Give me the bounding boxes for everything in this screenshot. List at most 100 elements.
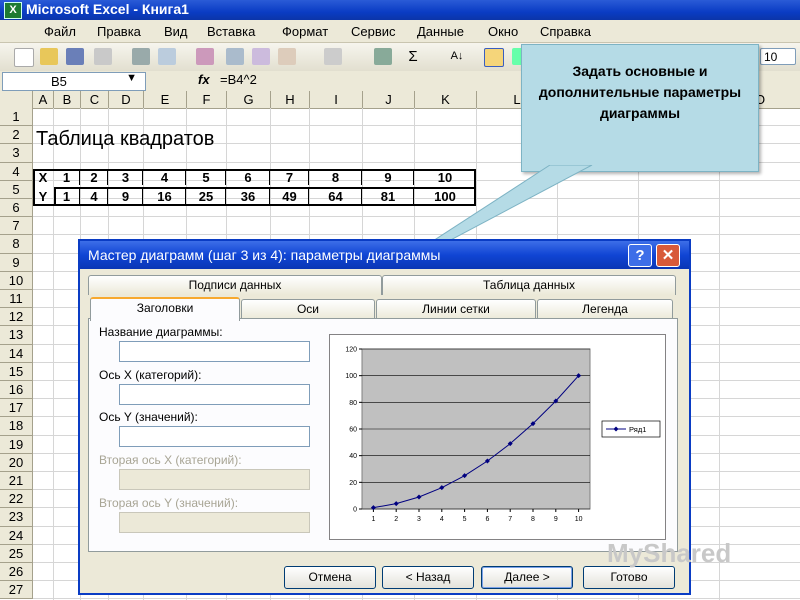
menu-tools[interactable]: Сервис — [351, 24, 396, 39]
row-header[interactable]: 17 — [0, 399, 33, 418]
menu-edit[interactable]: Правка — [97, 24, 141, 39]
y-value-cell[interactable]: 64 — [310, 189, 362, 204]
row-header[interactable]: 11 — [0, 290, 33, 309]
column-header[interactable]: B — [54, 91, 81, 109]
row-header[interactable]: 2 — [0, 126, 33, 145]
y-value-cell[interactable]: 49 — [271, 189, 309, 204]
function-icon[interactable]: fx — [198, 72, 210, 87]
column-header[interactable]: F — [187, 91, 227, 109]
y-axis-title-input[interactable] — [119, 426, 310, 447]
tab-titles[interactable]: Заголовки — [90, 297, 240, 321]
row-header[interactable]: 25 — [0, 544, 33, 563]
cancel-button[interactable]: Отмена — [284, 566, 376, 589]
name-box[interactable]: B5 ▼ — [2, 72, 146, 91]
x-label-cell[interactable]: X — [33, 170, 53, 185]
row-header[interactable]: 6 — [0, 199, 33, 218]
row-header[interactable]: 14 — [0, 344, 33, 363]
column-header[interactable]: I — [310, 91, 363, 109]
y-value-cell[interactable]: 16 — [144, 189, 186, 204]
tab-axes[interactable]: Оси — [241, 299, 375, 319]
row-header[interactable]: 27 — [0, 581, 33, 600]
y-label-cell[interactable]: Y — [33, 189, 53, 204]
chevron-down-icon[interactable]: ▼ — [126, 72, 137, 84]
y-value-cell[interactable]: 36 — [227, 189, 270, 204]
row-header[interactable]: 20 — [0, 453, 33, 472]
spelling-icon[interactable] — [196, 48, 214, 65]
row-header[interactable]: 8 — [0, 235, 33, 254]
row-header[interactable]: 1 — [0, 108, 33, 127]
y-value-cell[interactable]: 25 — [187, 189, 226, 204]
formula-input[interactable]: =B4^2 — [220, 72, 257, 87]
undo-icon[interactable] — [324, 48, 342, 65]
x-value-cell[interactable]: 8 — [310, 170, 362, 185]
column-header[interactable]: K — [415, 91, 477, 109]
font-size-select[interactable]: 10 — [760, 48, 796, 65]
row-header[interactable]: 19 — [0, 435, 33, 454]
row-header[interactable]: 3 — [0, 144, 33, 163]
x-value-cell[interactable]: 5 — [187, 170, 226, 185]
row-header[interactable]: 4 — [0, 162, 33, 181]
y-value-cell[interactable]: 9 — [109, 189, 143, 204]
row-header[interactable]: 22 — [0, 490, 33, 509]
y-value-cell[interactable]: 4 — [81, 189, 108, 204]
menu-insert[interactable]: Вставка — [207, 24, 255, 39]
chart-title-input[interactable] — [119, 341, 310, 362]
tab-data-table[interactable]: Таблица данных — [382, 275, 676, 295]
row-header[interactable]: 10 — [0, 271, 33, 290]
copy-icon[interactable] — [252, 48, 270, 65]
row-header[interactable]: 7 — [0, 217, 33, 236]
new-document-icon[interactable] — [14, 48, 34, 67]
column-header[interactable]: E — [144, 91, 187, 109]
menu-format[interactable]: Формат — [282, 24, 328, 39]
x-value-cell[interactable]: 2 — [81, 170, 108, 185]
permission-icon[interactable] — [94, 48, 112, 65]
column-header[interactable]: C — [81, 91, 109, 109]
open-folder-icon[interactable] — [40, 48, 58, 65]
x-value-cell[interactable]: 3 — [109, 170, 143, 185]
menu-window[interactable]: Окно — [488, 24, 518, 39]
row-header[interactable]: 24 — [0, 526, 33, 545]
menu-help[interactable]: Справка — [540, 24, 591, 39]
x-value-cell[interactable]: 7 — [271, 170, 309, 185]
row-header[interactable]: 13 — [0, 326, 33, 345]
chart-wizard-icon[interactable] — [484, 48, 504, 67]
row-header[interactable]: 12 — [0, 308, 33, 327]
tab-legend[interactable]: Легенда — [537, 299, 673, 319]
column-header[interactable]: G — [227, 91, 271, 109]
close-button[interactable]: ✕ — [656, 244, 680, 267]
menu-data[interactable]: Данные — [417, 24, 464, 39]
column-header[interactable]: H — [271, 91, 310, 109]
print-preview-icon[interactable] — [158, 48, 176, 65]
back-button[interactable]: < Назад — [382, 566, 474, 589]
x-value-cell[interactable]: 1 — [54, 170, 80, 185]
tab-data-labels[interactable]: Подписи данных — [88, 275, 382, 295]
print-icon[interactable] — [132, 48, 150, 65]
tab-gridlines[interactable]: Линии сетки — [376, 299, 536, 319]
cut-icon[interactable] — [226, 48, 244, 65]
paste-icon[interactable] — [278, 48, 296, 65]
x-value-cell[interactable]: 4 — [144, 170, 186, 185]
menu-file[interactable]: Файл — [44, 24, 76, 39]
y-value-cell[interactable]: 1 — [54, 189, 80, 204]
sort-ascending-icon[interactable]: A↓ — [448, 48, 466, 65]
help-button[interactable]: ? — [628, 244, 652, 267]
column-header[interactable]: J — [363, 91, 415, 109]
column-header[interactable]: A — [33, 91, 54, 109]
row-header[interactable]: 16 — [0, 381, 33, 400]
dialog-title-bar[interactable]: Мастер диаграмм (шаг 3 из 4): параметры … — [80, 241, 689, 269]
hyperlink-icon[interactable] — [374, 48, 392, 65]
next-button[interactable]: Далее > — [481, 566, 573, 589]
row-header[interactable]: 23 — [0, 508, 33, 527]
row-header[interactable]: 26 — [0, 563, 33, 582]
column-header[interactable]: D — [109, 91, 144, 109]
x-axis-title-input[interactable] — [119, 384, 310, 405]
save-icon[interactable] — [66, 48, 84, 65]
menu-view[interactable]: Вид — [164, 24, 188, 39]
row-header[interactable]: 9 — [0, 253, 33, 272]
row-header[interactable]: 15 — [0, 362, 33, 381]
row-header[interactable]: 18 — [0, 417, 33, 436]
row-header[interactable]: 21 — [0, 472, 33, 491]
row-header[interactable]: 5 — [0, 180, 33, 199]
finish-button[interactable]: Готово — [583, 566, 675, 589]
x-value-cell[interactable]: 6 — [227, 170, 270, 185]
